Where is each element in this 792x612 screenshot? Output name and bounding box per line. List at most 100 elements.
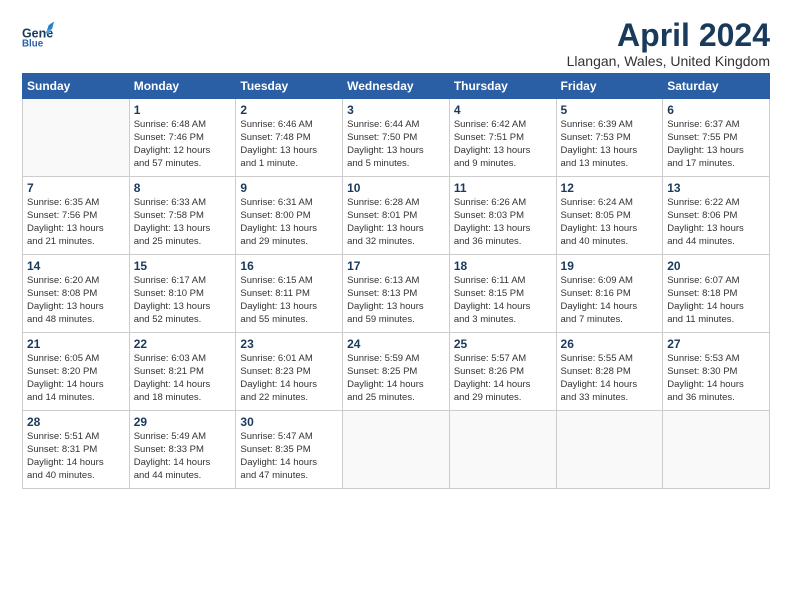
table-row: 7Sunrise: 6:35 AM Sunset: 7:56 PM Daylig… xyxy=(23,177,130,255)
weekday-header-row: Sunday Monday Tuesday Wednesday Thursday… xyxy=(23,74,770,99)
table-row: 8 Sunrise: 6:33 AM Sunset: 7:58 PM Daylig… xyxy=(129,177,236,255)
table-row xyxy=(449,411,556,489)
day-number: 10 xyxy=(347,181,445,195)
day-number: 13 xyxy=(667,181,765,195)
table-row: 20 Sunrise: 6:07 AM Sunset: 8:18 PM Dayli… xyxy=(663,255,770,333)
day-info: Sunrise: 6:11 AM Sunset: 8:15 PM Dayligh… xyxy=(454,275,552,326)
day-number: 19 xyxy=(561,259,659,273)
calendar-week-row: 28Sunrise: 5:51 AM Sunset: 8:31 PM Dayli… xyxy=(23,411,770,489)
day-info: Sunrise: 6:46 AM Sunset: 7:48 PM Dayligh… xyxy=(240,119,338,170)
table-row: 10 Sunrise: 6:28 AM Sunset: 8:01 PM Dayli… xyxy=(343,177,450,255)
day-info: Sunrise: 6:09 AM Sunset: 8:16 PM Dayligh… xyxy=(561,275,659,326)
day-number: 15 xyxy=(134,259,232,273)
table-row: 4 Sunrise: 6:42 AM Sunset: 7:51 PM Daylig… xyxy=(449,99,556,177)
day-info: Sunrise: 6:07 AM Sunset: 8:18 PM Dayligh… xyxy=(667,275,765,326)
day-number: 5 xyxy=(561,103,659,117)
day-info: Sunrise: 6:33 AM Sunset: 7:58 PM Dayligh… xyxy=(134,197,232,248)
day-number: 7 xyxy=(27,181,125,195)
calendar-week-row: 7Sunrise: 6:35 AM Sunset: 7:56 PM Daylig… xyxy=(23,177,770,255)
table-row xyxy=(343,411,450,489)
table-row: 1 Sunrise: 6:48 AM Sunset: 7:46 PM Daylig… xyxy=(129,99,236,177)
month-title: April 2024 xyxy=(567,18,770,53)
day-info: Sunrise: 6:37 AM Sunset: 7:55 PM Dayligh… xyxy=(667,119,765,170)
day-info: Sunrise: 6:05 AM Sunset: 8:20 PM Dayligh… xyxy=(27,353,125,404)
header-thursday: Thursday xyxy=(449,74,556,99)
day-info: Sunrise: 6:20 AM Sunset: 8:08 PM Dayligh… xyxy=(27,275,125,326)
table-row: 5Sunrise: 6:39 AM Sunset: 7:53 PM Daylig… xyxy=(556,99,663,177)
page: General Blue April 2024 Llangan, Wales, … xyxy=(0,0,792,499)
table-row: 14 Sunrise: 6:20 AM Sunset: 8:08 PM Dayli… xyxy=(23,255,130,333)
day-number: 2 xyxy=(240,103,338,117)
title-block: April 2024 Llangan, Wales, United Kingdo… xyxy=(567,18,770,69)
day-number: 23 xyxy=(240,337,338,351)
table-row: 28Sunrise: 5:51 AM Sunset: 8:31 PM Dayli… xyxy=(23,411,130,489)
day-info: Sunrise: 6:03 AM Sunset: 8:21 PM Dayligh… xyxy=(134,353,232,404)
table-row: 27Sunrise: 5:53 AM Sunset: 8:30 PM Dayli… xyxy=(663,333,770,411)
day-number: 21 xyxy=(27,337,125,351)
day-info: Sunrise: 6:44 AM Sunset: 7:50 PM Dayligh… xyxy=(347,119,445,170)
day-number: 3 xyxy=(347,103,445,117)
day-number: 11 xyxy=(454,181,552,195)
header-friday: Friday xyxy=(556,74,663,99)
calendar-week-row: 1 Sunrise: 6:48 AM Sunset: 7:46 PM Daylig… xyxy=(23,99,770,177)
day-info: Sunrise: 6:42 AM Sunset: 7:51 PM Dayligh… xyxy=(454,119,552,170)
table-row: 25Sunrise: 5:57 AM Sunset: 8:26 PM Dayli… xyxy=(449,333,556,411)
table-row: 29 Sunrise: 5:49 AM Sunset: 8:33 PM Dayli… xyxy=(129,411,236,489)
table-row: 16 Sunrise: 6:15 AM Sunset: 8:11 PM Dayli… xyxy=(236,255,343,333)
calendar-week-row: 21 Sunrise: 6:05 AM Sunset: 8:20 PM Dayli… xyxy=(23,333,770,411)
day-number: 6 xyxy=(667,103,765,117)
day-info: Sunrise: 6:22 AM Sunset: 8:06 PM Dayligh… xyxy=(667,197,765,248)
table-row: 3 Sunrise: 6:44 AM Sunset: 7:50 PM Daylig… xyxy=(343,99,450,177)
day-number: 20 xyxy=(667,259,765,273)
day-info: Sunrise: 6:28 AM Sunset: 8:01 PM Dayligh… xyxy=(347,197,445,248)
header-monday: Monday xyxy=(129,74,236,99)
header: General Blue April 2024 Llangan, Wales, … xyxy=(22,18,770,69)
header-tuesday: Tuesday xyxy=(236,74,343,99)
table-row: 24Sunrise: 5:59 AM Sunset: 8:25 PM Dayli… xyxy=(343,333,450,411)
day-info: Sunrise: 6:48 AM Sunset: 7:46 PM Dayligh… xyxy=(134,119,232,170)
logo: General Blue xyxy=(22,18,54,50)
day-info: Sunrise: 5:57 AM Sunset: 8:26 PM Dayligh… xyxy=(454,353,552,404)
location: Llangan, Wales, United Kingdom xyxy=(567,53,770,69)
day-number: 1 xyxy=(134,103,232,117)
table-row: 22 Sunrise: 6:03 AM Sunset: 8:21 PM Dayli… xyxy=(129,333,236,411)
day-number: 4 xyxy=(454,103,552,117)
table-row xyxy=(23,99,130,177)
header-wednesday: Wednesday xyxy=(343,74,450,99)
day-number: 16 xyxy=(240,259,338,273)
day-info: Sunrise: 6:17 AM Sunset: 8:10 PM Dayligh… xyxy=(134,275,232,326)
day-info: Sunrise: 5:51 AM Sunset: 8:31 PM Dayligh… xyxy=(27,431,125,482)
day-info: Sunrise: 6:15 AM Sunset: 8:11 PM Dayligh… xyxy=(240,275,338,326)
day-info: Sunrise: 5:49 AM Sunset: 8:33 PM Dayligh… xyxy=(134,431,232,482)
day-number: 14 xyxy=(27,259,125,273)
table-row: 17Sunrise: 6:13 AM Sunset: 8:13 PM Dayli… xyxy=(343,255,450,333)
table-row: 26Sunrise: 5:55 AM Sunset: 8:28 PM Dayli… xyxy=(556,333,663,411)
table-row: 2 Sunrise: 6:46 AM Sunset: 7:48 PM Daylig… xyxy=(236,99,343,177)
day-number: 8 xyxy=(134,181,232,195)
day-number: 12 xyxy=(561,181,659,195)
day-info: Sunrise: 6:13 AM Sunset: 8:13 PM Dayligh… xyxy=(347,275,445,326)
day-number: 30 xyxy=(240,415,338,429)
day-info: Sunrise: 6:31 AM Sunset: 8:00 PM Dayligh… xyxy=(240,197,338,248)
calendar-week-row: 14 Sunrise: 6:20 AM Sunset: 8:08 PM Dayli… xyxy=(23,255,770,333)
table-row: 11Sunrise: 6:26 AM Sunset: 8:03 PM Dayli… xyxy=(449,177,556,255)
table-row: 18 Sunrise: 6:11 AM Sunset: 8:15 PM Dayli… xyxy=(449,255,556,333)
day-info: Sunrise: 5:55 AM Sunset: 8:28 PM Dayligh… xyxy=(561,353,659,404)
day-number: 18 xyxy=(454,259,552,273)
day-number: 22 xyxy=(134,337,232,351)
calendar-table: Sunday Monday Tuesday Wednesday Thursday… xyxy=(22,73,770,489)
table-row xyxy=(556,411,663,489)
table-row: 23Sunrise: 6:01 AM Sunset: 8:23 PM Dayli… xyxy=(236,333,343,411)
day-number: 29 xyxy=(134,415,232,429)
table-row: 21 Sunrise: 6:05 AM Sunset: 8:20 PM Dayli… xyxy=(23,333,130,411)
table-row: 9 Sunrise: 6:31 AM Sunset: 8:00 PM Daylig… xyxy=(236,177,343,255)
table-row: 12 Sunrise: 6:24 AM Sunset: 8:05 PM Dayli… xyxy=(556,177,663,255)
table-row: 30 Sunrise: 5:47 AM Sunset: 8:35 PM Dayli… xyxy=(236,411,343,489)
table-row: 15 Sunrise: 6:17 AM Sunset: 8:10 PM Dayli… xyxy=(129,255,236,333)
day-number: 9 xyxy=(240,181,338,195)
header-saturday: Saturday xyxy=(663,74,770,99)
day-info: Sunrise: 5:47 AM Sunset: 8:35 PM Dayligh… xyxy=(240,431,338,482)
logo-bird-icon: General Blue xyxy=(22,18,54,50)
day-info: Sunrise: 6:24 AM Sunset: 8:05 PM Dayligh… xyxy=(561,197,659,248)
table-row: 19 Sunrise: 6:09 AM Sunset: 8:16 PM Dayli… xyxy=(556,255,663,333)
